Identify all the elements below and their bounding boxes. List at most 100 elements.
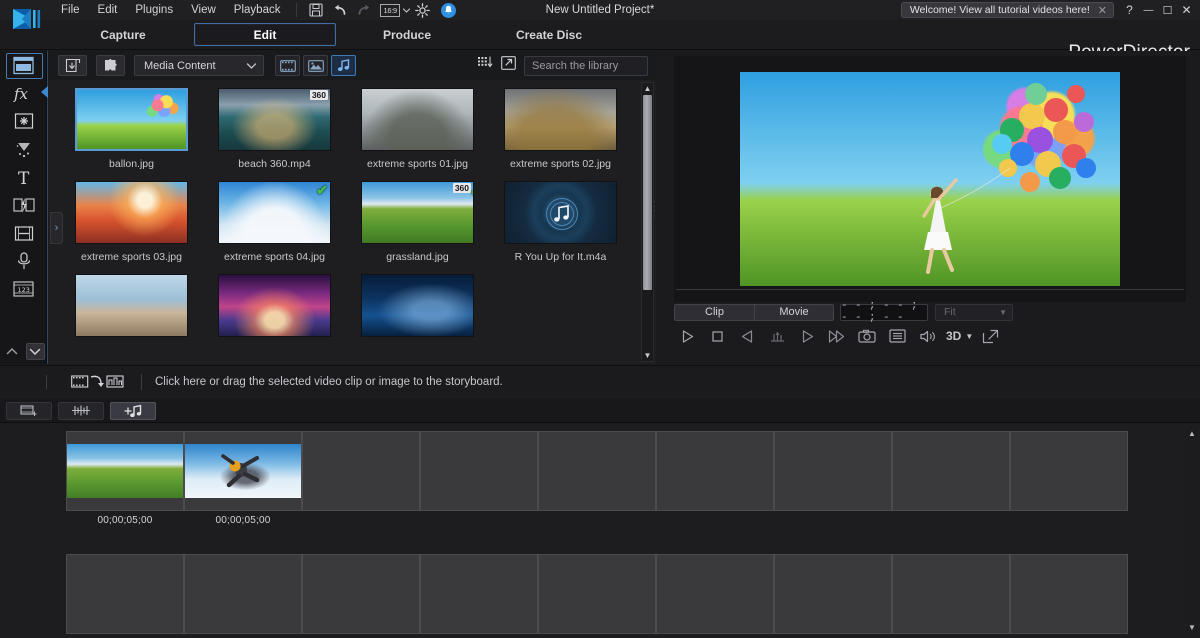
aspect-ratio-control[interactable]: 16:9 (380, 4, 410, 17)
media-thumbnail[interactable]: 360 (218, 88, 331, 151)
search-library-field[interactable] (524, 56, 648, 76)
sidebar-item-voice-over-room[interactable] (0, 247, 47, 275)
preview-scrubber[interactable] (676, 289, 1184, 290)
storyboard-empty-slot[interactable] (302, 554, 420, 634)
media-thumbnail[interactable] (504, 181, 617, 244)
notification-bell-icon[interactable] (441, 3, 456, 18)
clip-mode-button[interactable]: Clip (674, 304, 754, 321)
panel-resize-grip-vertical[interactable]: · · · · (650, 200, 659, 217)
media-thumbnail[interactable] (218, 274, 331, 337)
undock-preview-button[interactable] (975, 324, 1005, 348)
help-button[interactable]: ? (1120, 1, 1139, 19)
list-item[interactable] (203, 274, 346, 337)
list-item[interactable]: ✔ extreme sports 04.jpg (203, 181, 346, 263)
menu-edit[interactable]: Edit (89, 0, 127, 20)
storyboard-cell[interactable] (420, 554, 538, 634)
storyboard-cell[interactable] (66, 554, 184, 634)
list-item[interactable]: extreme sports 01.jpg (346, 88, 489, 170)
storyboard-empty-slot[interactable] (892, 554, 1010, 634)
list-item[interactable] (60, 274, 203, 337)
sidebar-item-effect-room[interactable]: fx (0, 79, 47, 107)
previous-frame-button[interactable] (732, 324, 762, 348)
media-content-dropdown[interactable]: Media Content (134, 55, 264, 76)
media-thumbnail[interactable]: ✔ (218, 181, 331, 244)
storyboard-clip-1[interactable]: 00;00;05;00 (66, 431, 184, 526)
storyboard-cell[interactable] (302, 431, 420, 511)
filter-image-icon[interactable] (303, 55, 328, 76)
storyboard-empty-slot[interactable] (420, 431, 538, 526)
list-item[interactable]: R You Up for It.m4a (489, 181, 632, 263)
panel-expand-handle[interactable]: › (50, 212, 63, 244)
drag-to-storyboard-icon[interactable] (71, 373, 125, 391)
preview-video[interactable] (740, 72, 1120, 286)
fast-forward-button[interactable] (822, 324, 852, 348)
close-button[interactable]: ✕ (1177, 1, 1196, 19)
media-thumbnail[interactable] (361, 88, 474, 151)
play-button[interactable] (672, 324, 702, 348)
step-backward-button[interactable] (762, 324, 792, 348)
sidebar-item-media-room[interactable] (0, 51, 47, 79)
minimize-button[interactable]: — (1139, 1, 1158, 19)
list-item[interactable]: 360 ✔ grassland.jpg (346, 181, 489, 263)
storyboard-clip-2[interactable]: 00;00;05;00 (184, 431, 302, 526)
rail-scroll-up-button[interactable] (3, 343, 22, 360)
volume-button[interactable] (912, 324, 942, 348)
timecode-display[interactable]: - - ; - - ; - - ; - - (840, 304, 928, 321)
movie-mode-button[interactable]: Movie (754, 304, 834, 321)
menu-playback[interactable]: Playback (225, 0, 290, 20)
storyboard-cell[interactable] (774, 554, 892, 634)
storyboard-cell[interactable] (302, 554, 420, 634)
fit-zoom-dropdown[interactable]: Fit ▼ (935, 304, 1013, 321)
storyboard-empty-slot[interactable] (420, 554, 538, 634)
storyboard-empty-slot[interactable] (66, 554, 184, 634)
storyboard-empty-slot[interactable] (538, 431, 656, 526)
redo-icon[interactable] (354, 1, 374, 19)
scroll-down-icon[interactable]: ▼ (642, 350, 653, 361)
storyboard-empty-slot[interactable] (656, 554, 774, 634)
storyboard-cell[interactable] (656, 431, 774, 511)
preview-quality-button[interactable] (882, 324, 912, 348)
media-thumbnail[interactable] (75, 274, 188, 337)
media-thumbnail[interactable]: 360 ✔ (361, 181, 474, 244)
scrollbar-thumb[interactable] (643, 95, 652, 290)
storyboard-cell[interactable] (66, 431, 184, 511)
save-icon[interactable] (306, 1, 326, 19)
settings-gear-icon[interactable] (413, 1, 433, 19)
list-item[interactable]: extreme sports 02.jpg (489, 88, 632, 170)
list-item[interactable]: extreme sports 03.jpg (60, 181, 203, 263)
storyboard-empty-slot[interactable] (774, 554, 892, 634)
storyboard-empty-slot[interactable] (302, 431, 420, 526)
import-media-button[interactable] (58, 55, 87, 76)
sidebar-item-title-room[interactable]: T (0, 163, 47, 191)
media-thumbnail[interactable] (75, 88, 188, 151)
storyboard-empty-slot[interactable] (184, 554, 302, 634)
media-thumbnail[interactable] (361, 274, 474, 337)
sidebar-item-audio-mixing-room[interactable] (0, 219, 47, 247)
storyboard-cell[interactable] (892, 431, 1010, 511)
undo-icon[interactable] (330, 1, 350, 19)
maximize-button[interactable]: ☐ (1158, 1, 1177, 19)
add-background-music-button[interactable] (110, 402, 156, 420)
sidebar-item-particle-room[interactable] (0, 135, 47, 163)
storyboard-cell[interactable] (892, 554, 1010, 634)
tab-capture[interactable]: Capture (52, 23, 194, 46)
storyboard-cell[interactable] (538, 431, 656, 511)
menu-file[interactable]: File (52, 0, 89, 20)
media-thumbnail[interactable] (75, 181, 188, 244)
menu-view[interactable]: View (182, 0, 225, 20)
three-d-mode-control[interactable]: 3D ▼ (946, 329, 973, 343)
storyboard-scrollbar[interactable]: ▲ ▼ (1186, 427, 1198, 633)
storyboard-empty-slot[interactable] (774, 431, 892, 526)
storyboard-cell[interactable] (184, 554, 302, 634)
tab-create-disc[interactable]: Create Disc (478, 23, 620, 46)
tab-produce[interactable]: Produce (336, 23, 478, 46)
library-scrollbar[interactable]: ▲ ▼ (641, 82, 654, 362)
tutorial-notification-banner[interactable]: Welcome! View all tutorial videos here! … (901, 2, 1114, 18)
storyboard-cell[interactable] (184, 431, 302, 511)
tab-edit[interactable]: Edit (194, 23, 336, 46)
timeline-view-button[interactable] (58, 402, 104, 420)
close-icon[interactable]: ✕ (1096, 4, 1109, 17)
storyboard-cell[interactable] (656, 554, 774, 634)
media-thumbnail[interactable] (504, 88, 617, 151)
storyboard-cell[interactable] (538, 554, 656, 634)
